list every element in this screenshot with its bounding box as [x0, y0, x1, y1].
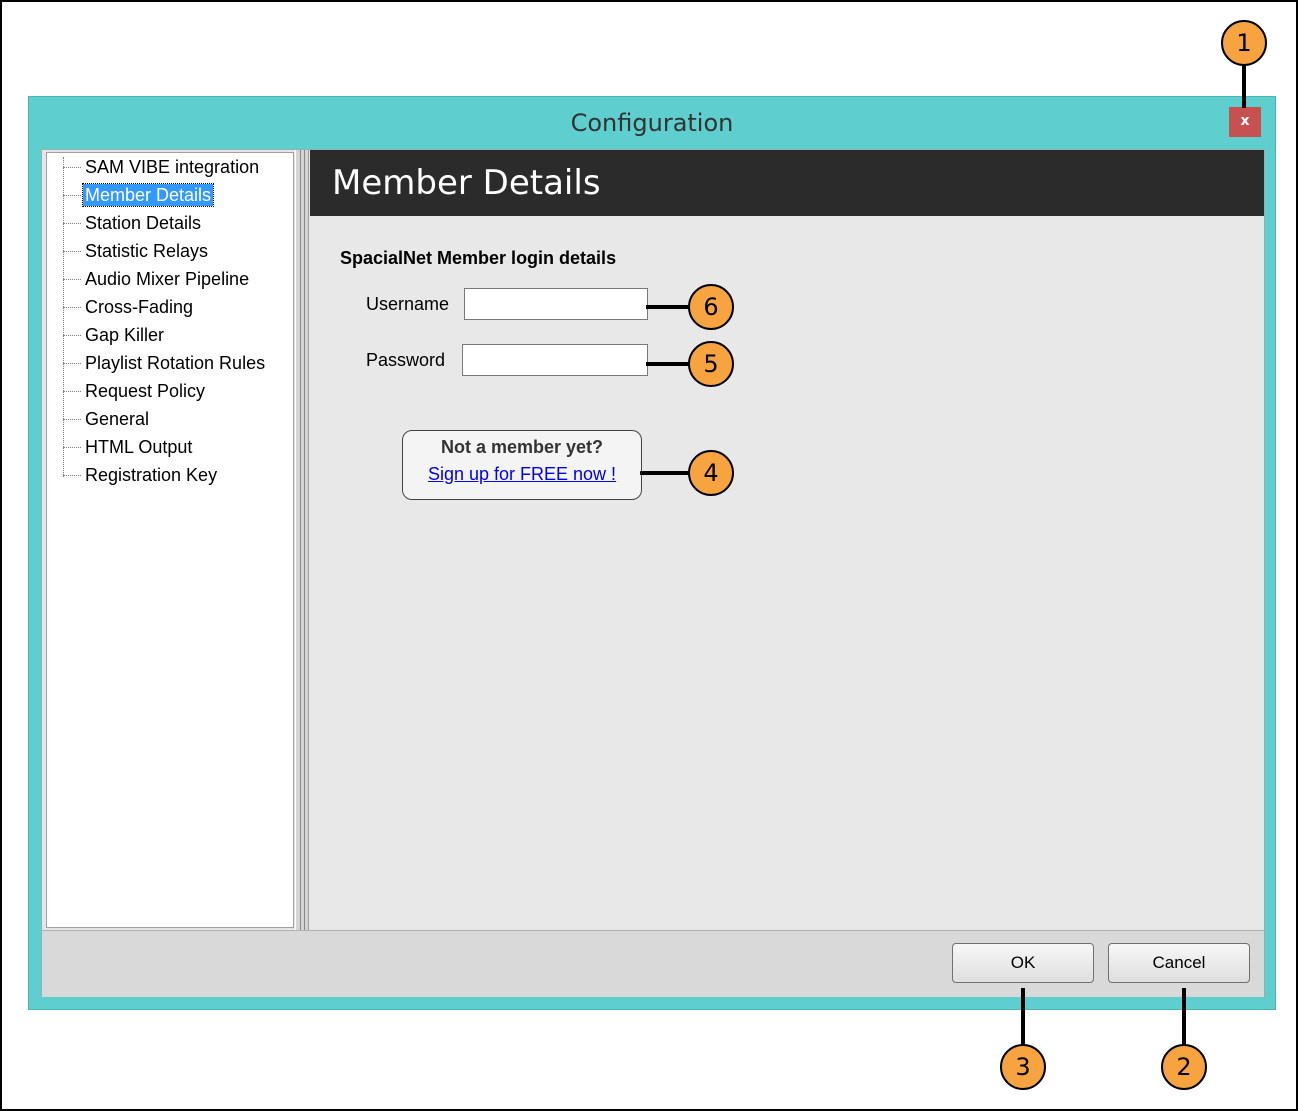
tree-item-general[interactable]: General	[47, 405, 293, 433]
tree-item-html-output[interactable]: HTML Output	[47, 433, 293, 461]
callout-6-leader	[646, 305, 690, 309]
tree-item-label: Request Policy	[85, 381, 206, 401]
tree-item-member-details[interactable]: Member Details	[47, 181, 293, 209]
tree-item-label: General	[85, 409, 150, 429]
tree-item-request-policy[interactable]: Request Policy	[47, 377, 293, 405]
tree-item-label: Audio Mixer Pipeline	[85, 269, 250, 289]
callout-4-leader	[640, 471, 690, 475]
username-label: Username	[366, 294, 450, 314]
tree-item-gap-killer[interactable]: Gap Killer	[47, 321, 293, 349]
tree-item-audio-mixer-pipeline[interactable]: Audio Mixer Pipeline	[47, 265, 293, 293]
callout-2-marker: 2	[1161, 1044, 1207, 1090]
close-button[interactable]: x	[1229, 107, 1261, 137]
callout-5-marker: 5	[688, 341, 734, 387]
callout-4-marker: 4	[688, 450, 734, 496]
cancel-button[interactable]: Cancel	[1108, 943, 1250, 983]
tree-item-playlist-rotation-rules[interactable]: Playlist Rotation Rules	[47, 349, 293, 377]
signup-box: Not a member yet? Sign up for FREE now !	[402, 430, 642, 500]
member-details-panel: Member Details SpacialNet Member login d…	[310, 150, 1264, 930]
tree-item-registration-key[interactable]: Registration Key	[47, 461, 293, 489]
pane-splitter[interactable]	[295, 150, 309, 930]
callout-3-marker: 3	[1000, 1044, 1046, 1090]
member-prompt: Not a member yet?	[440, 437, 604, 457]
callout-6-marker: 6	[688, 284, 734, 330]
configuration-window: Configuration x SAM VIBE integration Mem…	[28, 96, 1276, 1010]
settings-tree: SAM VIBE integration Member Details Stat…	[46, 152, 294, 928]
username-field[interactable]	[464, 288, 648, 320]
tree-item-label: Playlist Rotation Rules	[85, 353, 266, 373]
tree-item-label: Gap Killer	[85, 325, 165, 345]
section-title: SpacialNet Member login details	[340, 248, 617, 268]
window-client-area: SAM VIBE integration Member Details Stat…	[41, 149, 1265, 997]
password-field[interactable]	[462, 344, 648, 376]
window-title: Configuration	[570, 109, 734, 137]
callout-2-leader	[1182, 988, 1186, 1046]
tree-item-label: Statistic Relays	[85, 241, 209, 261]
tree-item-sam-vibe-integration[interactable]: SAM VIBE integration	[47, 153, 293, 181]
callout-1-leader	[1242, 62, 1246, 108]
callout-1-marker: 1	[1221, 20, 1267, 66]
tree-item-label: Member Details	[81, 183, 215, 207]
tree-item-label: Cross-Fading	[85, 297, 194, 317]
tree-item-label: Station Details	[85, 213, 202, 233]
tree-item-statistic-relays[interactable]: Statistic Relays	[47, 237, 293, 265]
tree-item-label: Registration Key	[85, 465, 218, 485]
callout-5-leader	[646, 362, 690, 366]
button-bar: OK Cancel	[42, 930, 1264, 997]
tree-item-label: SAM VIBE integration	[85, 157, 260, 177]
ok-button[interactable]: OK	[952, 943, 1094, 983]
tree-item-cross-fading[interactable]: Cross-Fading	[47, 293, 293, 321]
signup-link[interactable]: Sign up for FREE now !	[428, 464, 616, 485]
password-label: Password	[366, 350, 446, 370]
tree-item-label: HTML Output	[85, 437, 193, 457]
callout-3-leader	[1021, 988, 1025, 1046]
panel-header: Member Details	[310, 150, 1264, 216]
tree-item-station-details[interactable]: Station Details	[47, 209, 293, 237]
